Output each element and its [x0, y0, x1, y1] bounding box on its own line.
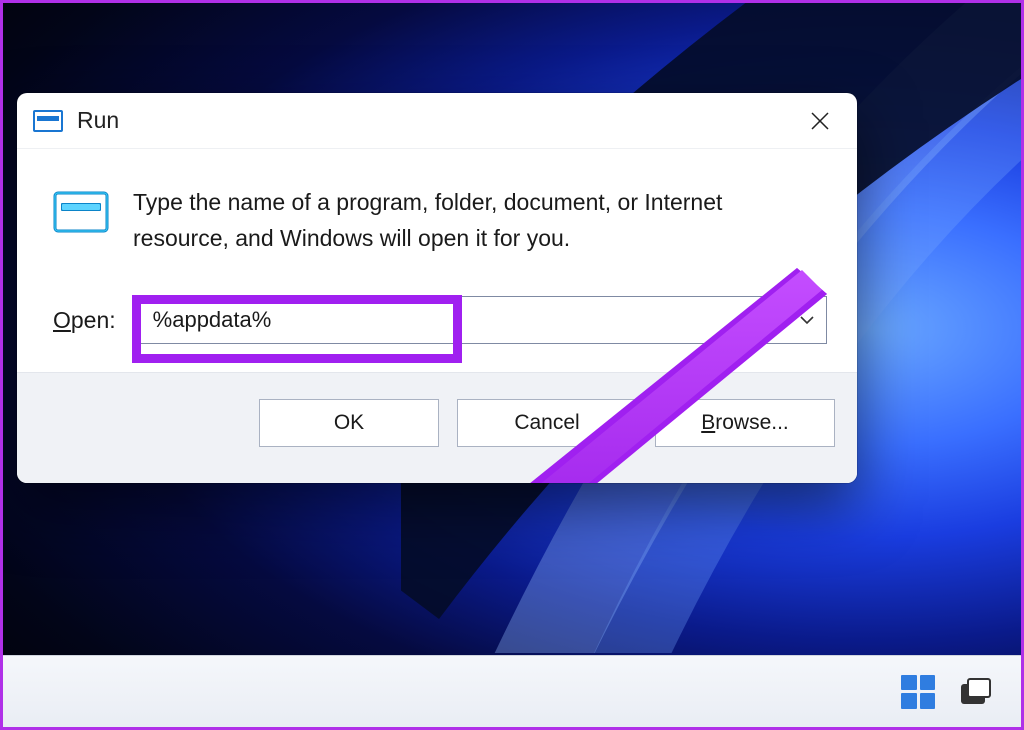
close-icon [811, 112, 829, 130]
desktop-background: Run Type the name of a p [3, 3, 1021, 727]
cancel-button[interactable]: Cancel [457, 399, 637, 447]
open-combobox[interactable] [138, 296, 827, 344]
run-titlebar-icon [33, 110, 63, 132]
dialog-footer: OK Cancel Browse... [17, 372, 857, 483]
open-input[interactable] [139, 297, 826, 343]
start-button[interactable] [901, 675, 935, 709]
browse-button[interactable]: Browse... [655, 399, 835, 447]
run-dialog: Run Type the name of a p [17, 93, 857, 483]
ok-button[interactable]: OK [259, 399, 439, 447]
window-title: Run [77, 107, 795, 134]
dialog-content: Type the name of a program, folder, docu… [17, 149, 857, 372]
run-program-icon [53, 189, 109, 235]
open-label: Open: [53, 307, 116, 334]
taskbar[interactable] [3, 655, 1021, 727]
task-view-button[interactable] [961, 678, 995, 706]
dialog-description: Type the name of a program, folder, docu… [133, 185, 827, 256]
titlebar[interactable]: Run [17, 93, 857, 149]
close-button[interactable] [795, 101, 845, 141]
